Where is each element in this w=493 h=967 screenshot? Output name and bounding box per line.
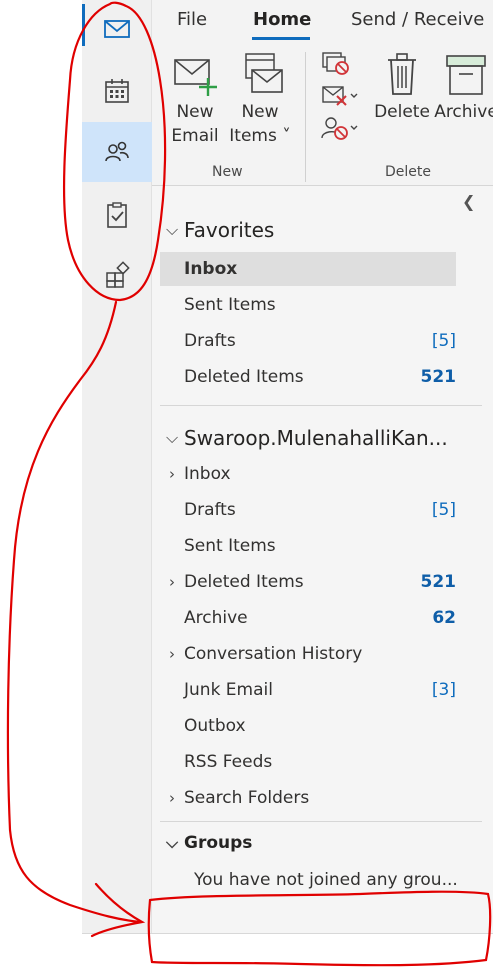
- chevron-down-icon: ⌵: [166, 220, 179, 239]
- active-tab-indicator: [252, 37, 310, 40]
- clean-up-icon[interactable]: [320, 82, 360, 110]
- folder-label: Archive: [184, 608, 248, 628]
- new-items-label-1: New: [241, 102, 279, 122]
- chevron-down-icon: ⌵: [166, 833, 179, 852]
- archive-icon: [446, 55, 486, 95]
- favorites-item-inbox[interactable]: Inbox: [160, 252, 456, 286]
- chevron-right-icon[interactable]: ›: [160, 789, 184, 807]
- tab-home[interactable]: Home: [253, 9, 311, 30]
- section-divider: [160, 405, 482, 406]
- new-email-label-1: New: [176, 102, 214, 122]
- account-item-deleted-items[interactable]: › Deleted Items 521: [160, 565, 456, 599]
- folder-count: [5]: [431, 500, 456, 520]
- account-item-sent-items[interactable]: Sent Items: [160, 529, 456, 563]
- new-items-icon: [245, 53, 283, 93]
- ribbon-group-separator: [305, 52, 306, 182]
- account-item-junk-email[interactable]: Junk Email [3]: [160, 673, 456, 707]
- favorites-item-drafts[interactable]: Drafts [5]: [160, 324, 456, 358]
- new-items-button[interactable]: New Items ˅: [228, 52, 292, 148]
- chevron-right-icon[interactable]: ›: [160, 465, 184, 483]
- section-divider: [160, 821, 482, 822]
- groups-label: Groups: [184, 833, 253, 853]
- folder-label: Search Folders: [184, 788, 310, 808]
- new-items-label-2: Items ˅: [229, 126, 291, 146]
- app-rail: [82, 0, 152, 933]
- folder-label: Inbox: [184, 464, 231, 484]
- folder-pane: ❮ ⌵ Favorites Inbox Sent Items Drafts [5…: [152, 186, 493, 933]
- account-item-search-folders[interactable]: › Search Folders: [160, 781, 456, 815]
- folder-label: Outbox: [184, 716, 246, 736]
- new-email-icon: [174, 59, 217, 96]
- folder-count: 521: [420, 367, 457, 387]
- delete-button[interactable]: Delete: [374, 52, 430, 124]
- junk-icon[interactable]: [320, 114, 360, 142]
- account-item-outbox[interactable]: Outbox: [160, 709, 456, 743]
- chevron-down-icon: ⌵: [166, 428, 179, 447]
- tab-send-receive[interactable]: Send / Receive: [351, 9, 484, 30]
- ribbon-tabs: File Home Send / Receive: [152, 0, 493, 44]
- folder-label: Inbox: [184, 259, 238, 279]
- chevron-right-icon[interactable]: ›: [160, 645, 184, 663]
- folder-label: Drafts: [184, 331, 236, 351]
- apps-icon[interactable]: [82, 246, 152, 304]
- account-item-inbox[interactable]: › Inbox: [160, 457, 456, 491]
- folder-label: Deleted Items: [184, 572, 304, 592]
- ignore-icon[interactable]: [320, 50, 360, 78]
- account-item-archive[interactable]: Archive 62: [160, 601, 456, 635]
- new-email-label-2: Email: [171, 126, 219, 146]
- new-email-button[interactable]: New Email: [170, 54, 220, 148]
- account-item-rss-feeds[interactable]: RSS Feeds: [160, 745, 456, 779]
- favorites-header[interactable]: ⌵ Favorites: [166, 218, 274, 242]
- ribbon: New Email New Items ˅ New Delete Archive…: [152, 44, 493, 186]
- account-header[interactable]: ⌵ Swaroop.MulenahalliKan...: [166, 426, 448, 450]
- folder-label: Sent Items: [184, 295, 276, 315]
- folder-label: Drafts: [184, 500, 236, 520]
- groups-header[interactable]: ⌵ Groups: [166, 833, 252, 853]
- new-group-label: New: [212, 164, 243, 180]
- favorites-item-sent-items[interactable]: Sent Items: [160, 288, 456, 322]
- window-bottom-edge: [82, 933, 493, 934]
- calendar-icon[interactable]: [82, 62, 152, 120]
- delete-group-label: Delete: [385, 164, 431, 180]
- folder-count: 62: [432, 608, 456, 628]
- folder-label: RSS Feeds: [184, 752, 273, 772]
- delete-label: Delete: [374, 102, 430, 122]
- account-label: Swaroop.MulenahalliKan...: [184, 426, 448, 450]
- groups-empty-text: You have not joined any grou...: [194, 870, 458, 890]
- folder-label: Junk Email: [184, 680, 273, 700]
- chevron-right-icon[interactable]: ›: [160, 573, 184, 591]
- outlook-window: File Home Send / Receive New Email New I: [0, 0, 493, 967]
- account-item-drafts[interactable]: Drafts [5]: [160, 493, 456, 527]
- tab-file[interactable]: File: [177, 9, 207, 30]
- archive-label: Archive: [434, 102, 493, 122]
- favorites-label: Favorites: [184, 218, 275, 242]
- archive-button[interactable]: Archive: [433, 52, 493, 124]
- folder-label: Conversation History: [184, 644, 363, 664]
- folder-count: 521: [420, 572, 457, 592]
- favorites-item-deleted-items[interactable]: Deleted Items 521: [160, 360, 456, 394]
- folder-label: Deleted Items: [184, 367, 304, 387]
- collapse-pane-icon[interactable]: ❮: [462, 192, 475, 211]
- tasks-icon[interactable]: [82, 186, 152, 244]
- people-icon[interactable]: [82, 122, 152, 182]
- folder-count: [3]: [431, 680, 456, 700]
- mail-icon[interactable]: [82, 0, 152, 58]
- trash-icon: [388, 53, 416, 95]
- folder-label: Sent Items: [184, 536, 276, 556]
- account-item-conversation-history[interactable]: › Conversation History: [160, 637, 456, 671]
- folder-count: [5]: [431, 331, 456, 351]
